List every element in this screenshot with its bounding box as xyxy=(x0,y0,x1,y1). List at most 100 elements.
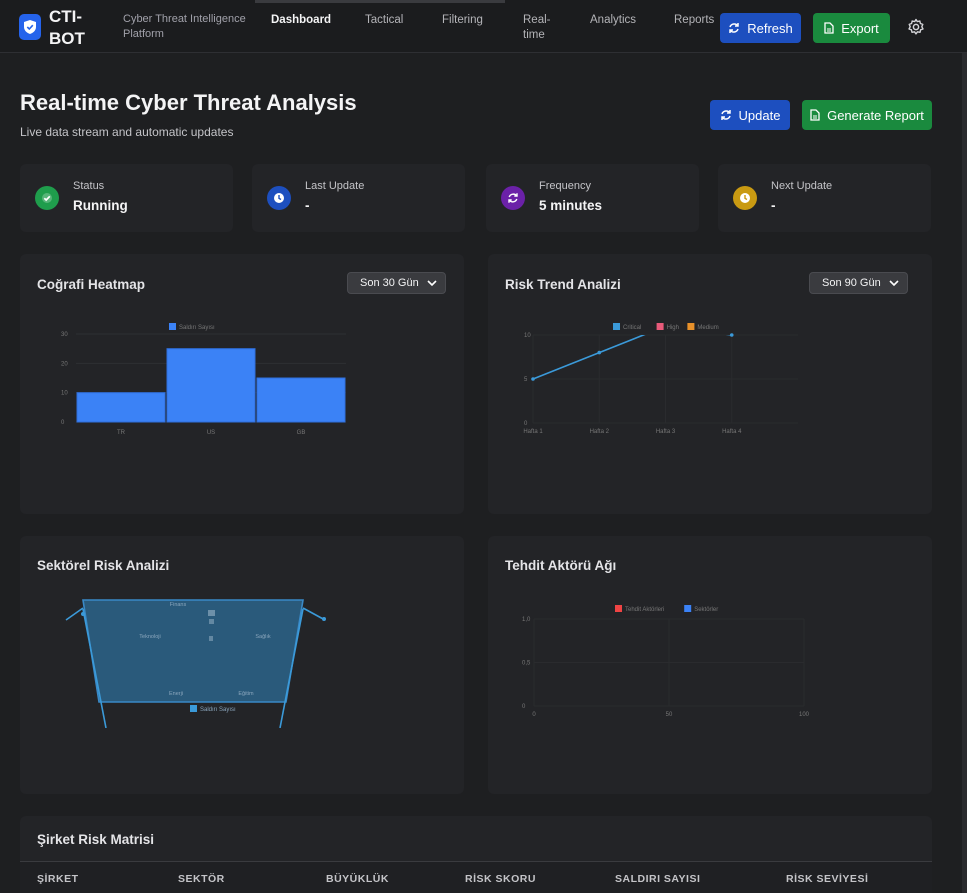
bar xyxy=(76,392,166,423)
stat-value: 5 minutes xyxy=(539,198,603,213)
x-tick-label: GB xyxy=(297,430,306,436)
column-header-attack-count[interactable]: SALDIRI SAYISI xyxy=(615,873,700,885)
bar xyxy=(256,377,346,423)
y-tick-label: 10 xyxy=(61,391,68,397)
bar xyxy=(166,348,256,423)
legend-label: Medium xyxy=(697,325,718,331)
range-select[interactable]: Son 90 Gün xyxy=(809,272,908,294)
data-point xyxy=(729,333,734,337)
data-point xyxy=(597,350,602,355)
x-tick-label: Hafta 1 xyxy=(523,429,543,435)
x-tick-label: Hafta 4 xyxy=(722,429,742,435)
radar-edge xyxy=(302,607,326,621)
data-point xyxy=(81,612,85,616)
line-chart: 0 5 10 Hafta 1 Hafta 2 Hafta 3 Hafta 4 Critical… xyxy=(523,323,798,435)
x-tick-label: 0 xyxy=(532,712,536,718)
y-tick-label: 0 xyxy=(524,421,528,427)
panel-title: Sektörel Risk Analizi xyxy=(37,558,170,573)
stat-value: - xyxy=(305,198,310,213)
panel-title: Tehdit Aktörü Ağı xyxy=(505,558,617,573)
panel-title: Coğrafi Heatmap xyxy=(37,277,146,292)
axis-label: Teknoloji xyxy=(139,634,160,640)
file-icon xyxy=(810,109,820,121)
x-tick-label: 100 xyxy=(799,712,810,718)
legend-label: Critical xyxy=(623,325,641,331)
stat-label: Last Update xyxy=(305,180,365,192)
legend-swatch xyxy=(190,705,197,712)
legend-swatch xyxy=(613,323,620,330)
tick-box xyxy=(209,636,213,641)
legend-label: Sektörler xyxy=(694,607,718,613)
column-header-sector[interactable]: SEKTÖR xyxy=(178,873,225,885)
nav-reports[interactable]: Reports xyxy=(674,13,714,28)
refresh-label: Refresh xyxy=(747,20,793,36)
panel-sector-risk: Sektörel Risk Analizi Finans Sağlık Eğitim… xyxy=(20,536,464,794)
nav-filtering[interactable]: Filtering xyxy=(442,13,483,28)
export-button[interactable]: Export xyxy=(813,13,890,43)
page-title: Real-time Cyber Threat Analysis xyxy=(20,90,357,115)
axis-label: Eğitim xyxy=(238,691,254,697)
stat-card-next-update: Next Update - xyxy=(718,164,931,232)
table-title: Şirket Risk Matrisi xyxy=(37,832,155,847)
stat-card-status: Status Running xyxy=(20,164,233,232)
y-tick-label: 10 xyxy=(524,333,531,339)
range-select-value: Son 30 Gün xyxy=(360,277,419,289)
legend-label: Saldırı Sayısı xyxy=(179,325,215,331)
bar-chart: 0 10 20 30 TR US GB Saldırı Sayısı xyxy=(61,323,346,436)
stat-card-last-update: Last Update - xyxy=(252,164,465,232)
y-tick-label: 20 xyxy=(61,361,68,367)
legend-label: Tehdit Aktörleri xyxy=(625,607,664,613)
scrollbar[interactable] xyxy=(962,53,967,893)
refresh-icon xyxy=(729,23,739,33)
column-header-risk-score[interactable]: RİSK SKORU xyxy=(465,873,536,885)
stat-label: Next Update xyxy=(771,180,833,192)
update-button[interactable]: Update xyxy=(710,100,790,130)
stat-value: - xyxy=(771,198,776,213)
nav-analytics[interactable]: Analytics xyxy=(590,13,636,28)
radar-area xyxy=(82,599,304,703)
chevron-down-icon xyxy=(889,280,899,287)
check-circle-icon xyxy=(35,186,59,210)
series-line-critical xyxy=(533,335,732,380)
y-tick-label: 5 xyxy=(524,377,528,383)
stat-value: Running xyxy=(73,198,128,213)
table-header: ŞİRKET SEKTÖR BÜYÜKLÜK RİSK SKORU SALDIR… xyxy=(20,861,932,893)
generate-report-label: Generate Report xyxy=(827,107,924,123)
range-select[interactable]: Son 30 Gün xyxy=(347,272,446,294)
y-tick-label: 1,0 xyxy=(522,617,531,623)
gear-icon[interactable] xyxy=(907,18,925,36)
column-header-risk-level[interactable]: RİSK SEVİYESİ xyxy=(786,873,868,885)
brand-name[interactable]: CTI-BOT xyxy=(49,6,99,50)
y-tick-label: 0 xyxy=(522,704,526,710)
top-navbar: CTI-BOT Cyber Threat Intelligence Platfo… xyxy=(0,0,967,53)
shield-icon xyxy=(19,14,41,40)
export-label: Export xyxy=(841,20,879,36)
panel-threat-actor: Tehdit Aktörü Ağı 0 0,5 1,0 0 50 100 Tehdit Ak… xyxy=(488,536,932,794)
legend-label: High xyxy=(667,325,679,331)
x-tick-label: Hafta 2 xyxy=(590,429,610,435)
stat-card-frequency: Frequency 5 minutes xyxy=(486,164,699,232)
column-header-company[interactable]: ŞİRKET xyxy=(37,873,79,885)
x-tick-label: Hafta 3 xyxy=(656,429,676,435)
nav-real-time[interactable]: Real-time xyxy=(523,13,557,43)
column-header-size[interactable]: BÜYÜKLÜK xyxy=(326,873,389,885)
clock-icon xyxy=(733,186,757,210)
refresh-button[interactable]: Refresh xyxy=(720,13,801,43)
legend-swatch xyxy=(687,323,695,330)
legend-swatch xyxy=(684,605,692,612)
x-tick-label: TR xyxy=(117,430,126,436)
x-tick-label: US xyxy=(207,430,215,436)
nav-tactical[interactable]: Tactical xyxy=(365,13,403,28)
clock-icon xyxy=(267,186,291,210)
legend-swatch xyxy=(656,323,664,330)
data-point xyxy=(531,377,535,381)
tick-box xyxy=(209,619,214,624)
nav-dashboard[interactable]: Dashboard xyxy=(271,13,331,28)
chevron-down-icon xyxy=(427,280,437,287)
radar-edge xyxy=(65,607,84,621)
panel-geo-heatmap: Coğrafi Heatmap Son 30 Gün 0 10 20 30 TR US GB… xyxy=(20,254,464,514)
stat-label: Status xyxy=(73,180,105,192)
file-icon xyxy=(824,22,834,34)
generate-report-button[interactable]: Generate Report xyxy=(802,100,932,130)
x-tick-label: 50 xyxy=(666,712,673,718)
